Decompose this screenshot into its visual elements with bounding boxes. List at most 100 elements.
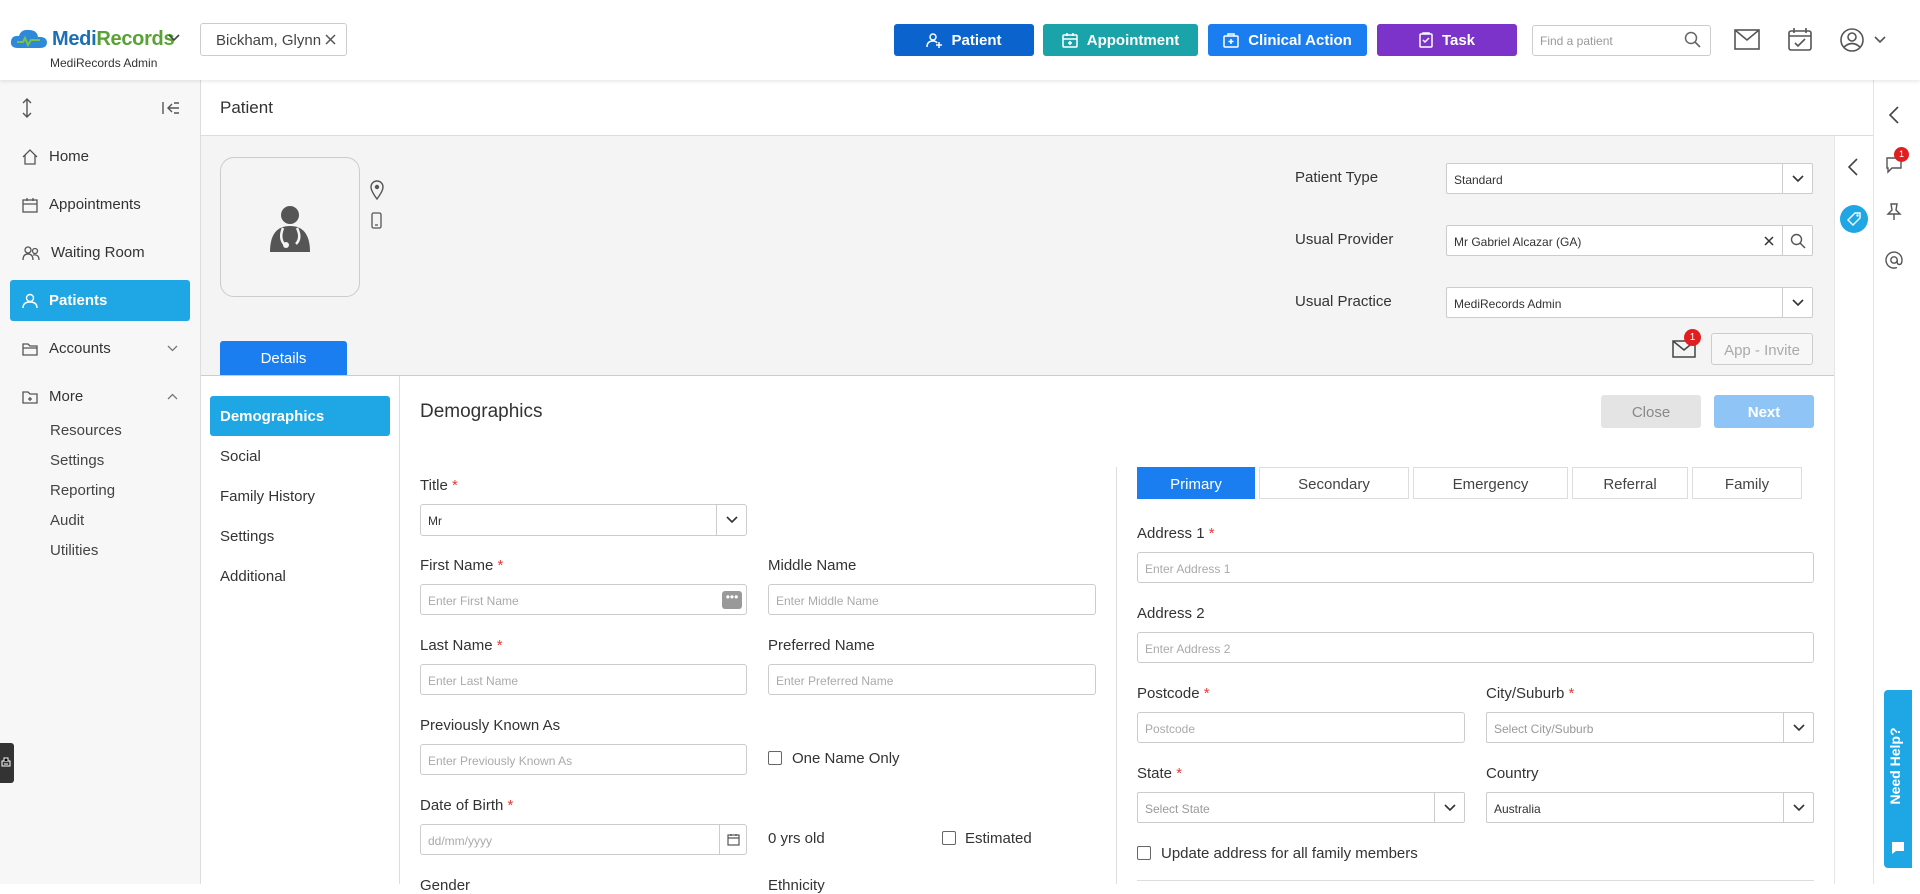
title-label: Title * <box>420 477 458 494</box>
need-help-tab[interactable]: Need Help? <box>1884 690 1912 868</box>
chevron-left-icon[interactable] <box>1848 158 1858 176</box>
patient-photo[interactable] <box>220 157 360 297</box>
dob-input[interactable]: dd/mm/yyyy <box>420 824 747 855</box>
location-pin-icon[interactable] <box>370 180 384 200</box>
calendar-plus-icon <box>1062 33 1078 48</box>
person-icon <box>22 293 38 308</box>
sidebar-item-appointments[interactable]: Appointments <box>10 184 190 225</box>
chevron-left-icon[interactable] <box>1889 106 1899 124</box>
new-task-button[interactable]: Task <box>1377 24 1517 56</box>
mobile-phone-icon[interactable] <box>371 212 382 229</box>
people-icon <box>22 245 40 260</box>
new-patient-button[interactable]: Patient <box>894 24 1034 56</box>
last-name-input[interactable]: Enter Last Name <box>420 664 747 695</box>
previously-known-as-input[interactable]: Enter Previously Known As <box>420 744 747 775</box>
address2-input[interactable]: Enter Address 2 <box>1137 632 1814 663</box>
menu-item-family-history[interactable]: Family History <box>210 476 390 516</box>
state-select[interactable]: Select State <box>1137 792 1465 823</box>
chat-bubble-icon <box>1892 842 1904 854</box>
last-name-label: Last Name * <box>420 637 503 654</box>
usual-provider-field[interactable]: Mr Gabriel Alcazar (GA) <box>1446 225 1813 256</box>
city-label: City/Suburb * <box>1486 685 1575 702</box>
tab-details[interactable]: Details <box>220 341 347 376</box>
new-appointment-button[interactable]: Appointment <box>1043 24 1198 56</box>
sidebar-subitem-settings[interactable]: Settings <box>50 452 104 469</box>
menu-item-social[interactable]: Social <box>210 436 390 476</box>
app-logo[interactable]: MediRecords MediRecords Admin <box>10 24 185 72</box>
collapse-sidebar-icon[interactable] <box>162 101 180 115</box>
previously-known-as-label: Previously Known As <box>420 717 561 734</box>
find-patient-search[interactable]: Find a patient <box>1532 25 1711 56</box>
address1-input[interactable]: Enter Address 1 <box>1137 552 1814 583</box>
expand-vertical-icon[interactable] <box>22 98 32 118</box>
clipboard-icon <box>1419 32 1433 48</box>
divider <box>1137 880 1814 881</box>
sidebar-item-home[interactable]: Home <box>10 136 190 177</box>
chevron-down-icon[interactable] <box>1874 36 1886 44</box>
patient-type-select[interactable]: Standard <box>1446 163 1813 194</box>
tab-referral[interactable]: Referral <box>1572 467 1688 499</box>
tab-emergency[interactable]: Emergency <box>1413 467 1568 499</box>
usual-practice-select[interactable]: MediRecords Admin <box>1446 287 1813 318</box>
side-drawer-handle[interactable] <box>0 743 14 783</box>
chevron-down-icon <box>1791 174 1804 182</box>
chevron-down-icon <box>167 345 178 352</box>
app-invite-button[interactable]: App - Invite <box>1711 333 1813 365</box>
user-account-icon[interactable] <box>1840 28 1864 52</box>
first-name-input[interactable]: Enter First Name ••• <box>420 584 747 615</box>
gender-label: Gender <box>420 877 471 894</box>
country-select[interactable]: Australia <box>1486 792 1814 823</box>
logo-text: MediRecords <box>52 28 175 50</box>
calendar-check-icon[interactable] <box>1788 27 1812 51</box>
tag-icon <box>1847 212 1861 226</box>
postcode-input[interactable]: Postcode <box>1137 712 1465 743</box>
update-family-address-checkbox[interactable] <box>1137 846 1151 860</box>
at-sign-icon[interactable] <box>1885 251 1903 269</box>
sidebar-subitem-resources[interactable]: Resources <box>50 422 122 439</box>
tab-secondary[interactable]: Secondary <box>1259 467 1409 499</box>
sidebar-item-accounts[interactable]: Accounts <box>10 328 190 369</box>
chevron-down-icon <box>1792 723 1805 731</box>
chevron-down-icon[interactable] <box>168 34 180 42</box>
title-select[interactable]: Mr <box>420 504 747 536</box>
menu-item-additional[interactable]: Additional <box>210 556 390 596</box>
pin-icon[interactable] <box>1886 203 1902 221</box>
clinical-action-button[interactable]: Clinical Action <box>1208 24 1367 56</box>
mail-badge: 1 <box>1684 329 1701 346</box>
ethnicity-label: Ethnicity <box>768 877 825 894</box>
tab-family[interactable]: Family <box>1692 467 1802 499</box>
one-name-only-checkbox[interactable] <box>768 751 782 765</box>
patient-avatar-icon <box>270 206 310 252</box>
search-icon[interactable] <box>1684 31 1702 49</box>
middle-name-label: Middle Name <box>768 557 857 574</box>
open-patient-tab[interactable]: Bickham, Glynn <box>200 23 347 56</box>
first-name-label: First Name * <box>420 557 504 574</box>
preferred-name-input[interactable]: Enter Preferred Name <box>768 664 1096 695</box>
next-button[interactable]: Next <box>1714 395 1814 428</box>
calendar-icon[interactable] <box>727 833 740 846</box>
sidebar-item-more[interactable]: More <box>10 376 190 417</box>
tag-button[interactable] <box>1840 205 1868 233</box>
sidebar-subitem-reporting[interactable]: Reporting <box>50 482 115 499</box>
mail-icon[interactable] <box>1734 29 1760 50</box>
city-select[interactable]: Select City/Suburb <box>1486 712 1814 743</box>
folder-icon <box>22 342 38 356</box>
more-options-icon[interactable]: ••• <box>722 591 742 609</box>
close-icon[interactable] <box>325 34 336 45</box>
sidebar-subitem-audit[interactable]: Audit <box>50 512 84 529</box>
sidebar-subitem-utilities[interactable]: Utilities <box>50 542 98 559</box>
sidebar-item-waiting-room[interactable]: Waiting Room <box>10 232 190 273</box>
close-button[interactable]: Close <box>1601 395 1701 428</box>
clear-icon[interactable] <box>1764 236 1774 246</box>
column-divider <box>1116 467 1117 884</box>
middle-name-input[interactable]: Enter Middle Name <box>768 584 1096 615</box>
sidebar-item-patients[interactable]: Patients <box>10 280 190 321</box>
menu-item-demographics[interactable]: Demographics <box>210 396 390 436</box>
tab-primary[interactable]: Primary <box>1137 467 1255 499</box>
estimated-checkbox[interactable] <box>942 831 956 845</box>
age-text: 0 yrs old <box>768 830 825 847</box>
cloud-logo-icon <box>10 29 47 48</box>
postcode-label: Postcode * <box>1137 685 1210 702</box>
chevron-down-icon <box>1791 298 1804 306</box>
menu-item-settings[interactable]: Settings <box>210 516 390 556</box>
